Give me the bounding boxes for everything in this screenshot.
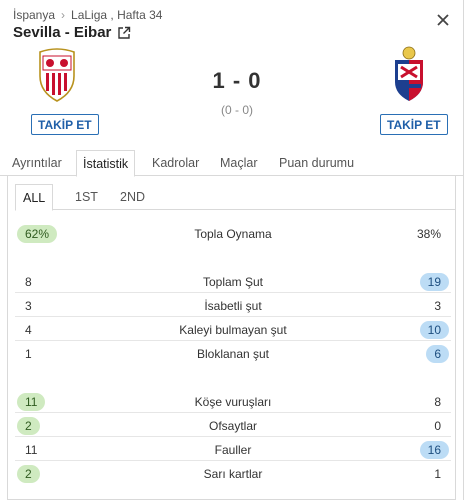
stat-away-value: 38% [416, 227, 441, 241]
stat-label: Ofsaytlar [208, 419, 257, 433]
stat-away-value: 8 [434, 395, 441, 409]
stat-away-value: 19 [419, 273, 449, 291]
close-icon[interactable] [433, 10, 453, 30]
stat-row: 62% Topla Oynama 38% [15, 221, 451, 245]
stat-away-value: 1 [434, 467, 441, 481]
follow-home-button[interactable]: TAKİP ET [31, 114, 99, 135]
stat-label: Köşe vuruşları [194, 395, 272, 409]
stat-row: 1 Bloklanan şut 6 [15, 341, 451, 365]
stat-away-value: 16 [419, 441, 449, 459]
stat-away-cell: 6 [426, 345, 449, 363]
stat-label: Topla Oynama [194, 227, 272, 241]
stat-away-value: 0 [434, 419, 441, 433]
stat-row: 2 Sarı kartlar 1 [15, 461, 451, 485]
match-title-row: Sevilla - Eibar [13, 24, 131, 41]
breadcrumb-league[interactable]: LaLiga , Hafta 34 [71, 8, 162, 22]
period-tabs: ALL 1ST 2ND [15, 184, 455, 211]
tab-lineups[interactable]: Kadrolar [152, 150, 199, 176]
tab-statistics[interactable]: İstatistik [76, 150, 136, 177]
stat-away-cell: 1 [426, 465, 449, 483]
chevron-right-icon: › [61, 8, 66, 22]
stat-away-cell: 16 [419, 441, 449, 459]
subtab-all[interactable]: ALL [15, 184, 54, 211]
breadcrumb: İspanya › LaLiga , Hafta 34 [13, 8, 162, 22]
stat-label: Sarı kartlar [203, 467, 263, 481]
tab-details[interactable]: Ayrıntılar [12, 150, 62, 176]
stat-away-cell: 8 [426, 393, 449, 411]
stat-label: Toplam Şut [202, 275, 264, 289]
stat-away-value: 3 [434, 299, 441, 313]
stat-row: 8 Toplam Şut 19 [15, 269, 451, 293]
stat-row: 4 Kaleyi bulmayan şut 10 [15, 317, 451, 341]
subtab-1st[interactable]: 1ST [75, 184, 98, 210]
stat-label: Bloklanan şut [196, 347, 270, 361]
breadcrumb-country[interactable]: İspanya [13, 8, 55, 22]
stat-away-cell: 3 [426, 297, 449, 315]
follow-away-button[interactable]: TAKİP ET [380, 114, 448, 135]
tab-matches[interactable]: Maçlar [220, 150, 258, 176]
score: 1 - 0 [212, 68, 262, 93]
tab-standings[interactable]: Puan durumu [279, 150, 354, 176]
external-link-icon[interactable] [117, 26, 131, 40]
stat-label: İsabetli şut [204, 299, 262, 313]
stat-label: Fauller [214, 443, 252, 457]
statistics-panel: ALL 1ST 2ND 62% Topla Oynama 38% 8 Toplam Şu… [7, 176, 456, 500]
stat-away-cell: 0 [426, 417, 449, 435]
stat-row: 11 Fauller 16 [15, 437, 451, 461]
stat-away-cell: 10 [419, 321, 449, 339]
stat-away-value: 6 [426, 345, 449, 363]
stat-label: Kaleyi bulmayan şut [179, 323, 287, 337]
main-tabs: Ayrıntılar İstatistik Kadrolar Maçlar Pu… [0, 150, 463, 177]
stat-away-value: 10 [419, 321, 449, 339]
stat-row: 3 İsabetli şut 3 [15, 293, 451, 317]
match-title: Sevilla - Eibar [13, 24, 112, 41]
subtab-2nd[interactable]: 2ND [120, 184, 145, 210]
stat-away-cell: 19 [419, 273, 449, 291]
stat-row: 11 Köşe vuruşları 8 [15, 389, 451, 413]
stat-away-cell: 38% [409, 225, 449, 243]
match-panel: İspanya › LaLiga , Hafta 34 Sevilla - Ei… [0, 0, 464, 500]
stat-row: 2 Ofsaytlar 0 [15, 413, 451, 437]
